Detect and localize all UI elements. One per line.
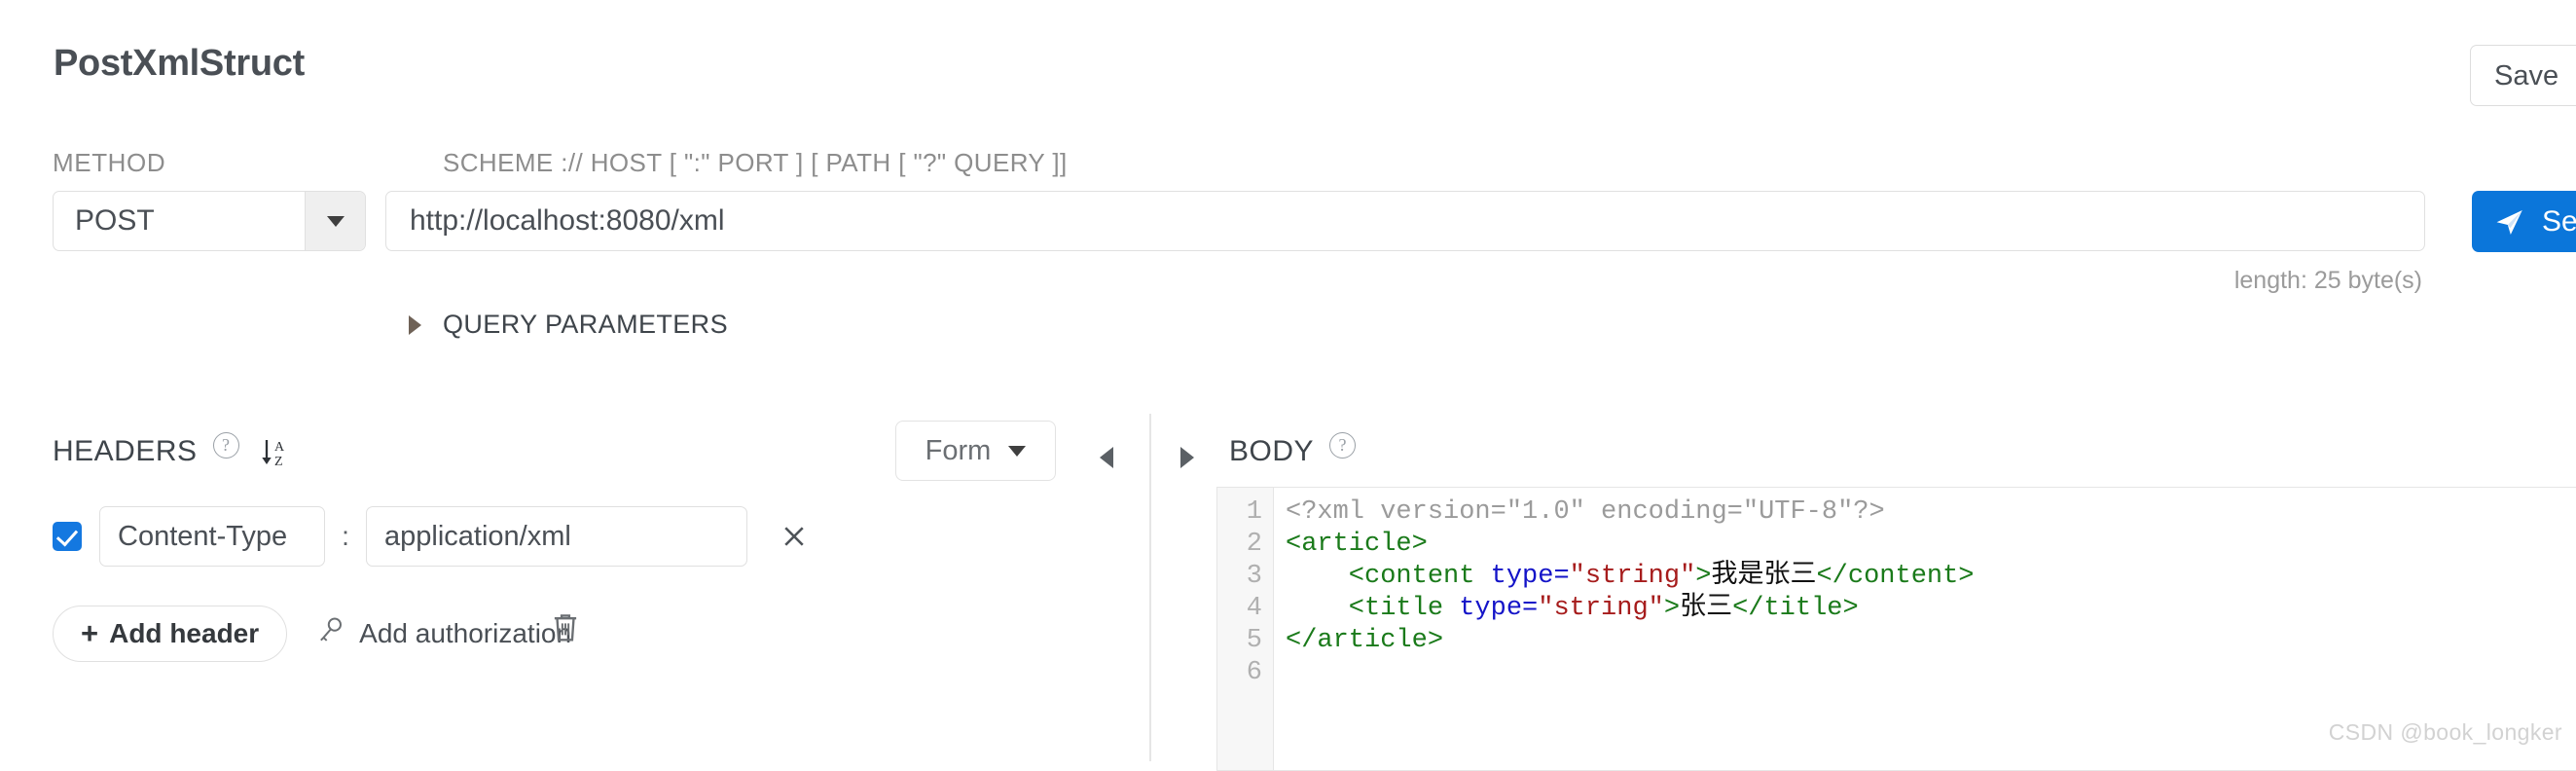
method-dropdown-value: POST [75, 204, 155, 237]
code-token-tag: <title [1286, 594, 1460, 623]
method-dropdown-caret[interactable] [305, 192, 365, 250]
paper-plane-icon [2493, 205, 2526, 239]
code-token-tag: </content> [1816, 562, 1975, 591]
method-dropdown[interactable]: POST [53, 191, 366, 251]
headers-panel: HEADERS ? A Z Form : [0, 399, 1149, 761]
headers-view-mode-dropdown[interactable]: Form [895, 421, 1056, 481]
code-token-tag: </title> [1732, 594, 1859, 623]
chevron-down-icon [1008, 445, 1027, 457]
code-line: <article> [1286, 529, 2576, 561]
line-number: 3 [1246, 562, 1262, 591]
delete-headers-button[interactable] [550, 611, 581, 644]
code-token-decl: <?xml version="1.0" encoding="UTF-8"?> [1286, 497, 1885, 527]
code-token-attr: type= [1490, 562, 1570, 591]
send-button-label: Send [2542, 204, 2576, 238]
code-line: <title type="string">张三</title> [1286, 593, 2576, 625]
code-token-tag: </article> [1286, 626, 1444, 655]
code-line: </article> [1286, 625, 2576, 657]
headers-title: HEADERS [53, 435, 198, 467]
svg-text:Z: Z [274, 455, 283, 469]
line-number-gutter: 1 2 3 4 5 6 [1217, 488, 1274, 770]
collapse-headers-panel-button[interactable] [1100, 447, 1113, 468]
add-authorization-button[interactable]: Add authorization [318, 616, 571, 652]
code-line: <?xml version="1.0" encoding="UTF-8"?> [1286, 496, 2576, 529]
expand-body-panel-button[interactable] [1180, 447, 1194, 468]
close-icon[interactable] [775, 517, 814, 556]
headers-view-mode-value: Form [925, 434, 992, 466]
code-token-str: "string" [1569, 562, 1696, 591]
code-line: <content type="string">我是张三</content> [1286, 561, 2576, 593]
table-row: : [0, 506, 1149, 567]
chevron-right-icon [409, 314, 421, 335]
code-token-tag: <content [1286, 562, 1491, 591]
line-number: 2 [1246, 530, 1262, 559]
add-header-label: Add header [109, 618, 260, 648]
svg-text:A: A [274, 440, 285, 455]
add-authorization-label: Add authorization [359, 618, 572, 648]
url-input[interactable] [385, 191, 2425, 251]
page-title: PostXmlStruct [54, 43, 305, 84]
plus-icon: + [81, 616, 99, 651]
line-number: 4 [1246, 594, 1262, 623]
header-value-input[interactable] [366, 506, 747, 567]
line-number: 6 [1246, 658, 1262, 687]
code-token-attr: type= [1459, 594, 1539, 623]
title-bar: PostXmlStruct Save [0, 0, 2576, 119]
url-format-label: SCHEME :// HOST [ ":" PORT ] [ PATH [ "?… [443, 148, 1068, 177]
key-icon [318, 616, 345, 652]
line-number: 5 [1246, 626, 1262, 655]
code-token-text: 我是张三 [1711, 562, 1817, 591]
chevron-down-icon [326, 215, 345, 227]
code-token-tag: > [1695, 562, 1712, 591]
code-token-str: "string" [1538, 594, 1664, 623]
header-separator: : [342, 521, 349, 551]
add-header-button[interactable]: + Add header [53, 606, 288, 662]
body-panel: BODY ? 1 2 3 4 5 6 <?xml version="1.0" encodi… [1151, 399, 2576, 771]
query-parameters-toggle[interactable]: QUERY PARAMETERS [409, 310, 728, 340]
code-token-text: 张三 [1680, 594, 1733, 623]
body-title-row: BODY ? [1229, 431, 1357, 468]
sort-alphabetical-icon[interactable]: A Z [259, 436, 288, 469]
help-icon[interactable]: ? [212, 431, 239, 459]
headers-title-row: HEADERS ? A Z [53, 431, 288, 469]
query-parameters-label: QUERY PARAMETERS [443, 310, 728, 339]
line-number: 1 [1246, 497, 1262, 527]
watermark: CSDN @book_longker [2328, 719, 2562, 745]
code-token-tag: <article> [1286, 530, 1428, 559]
body-title: BODY [1229, 435, 1315, 467]
headers-actions: + Add header Add authorization [53, 606, 571, 662]
method-label: METHOD [53, 148, 166, 177]
save-button[interactable]: Save [2470, 45, 2576, 106]
header-key-input[interactable] [99, 506, 325, 567]
url-length-info: length: 25 byte(s) [2233, 267, 2422, 294]
headers-list: : [0, 506, 1149, 567]
send-button[interactable]: Send [2472, 191, 2576, 252]
help-icon[interactable]: ? [1329, 431, 1357, 459]
code-token-tag: > [1663, 594, 1681, 623]
header-enabled-checkbox[interactable] [53, 522, 82, 551]
